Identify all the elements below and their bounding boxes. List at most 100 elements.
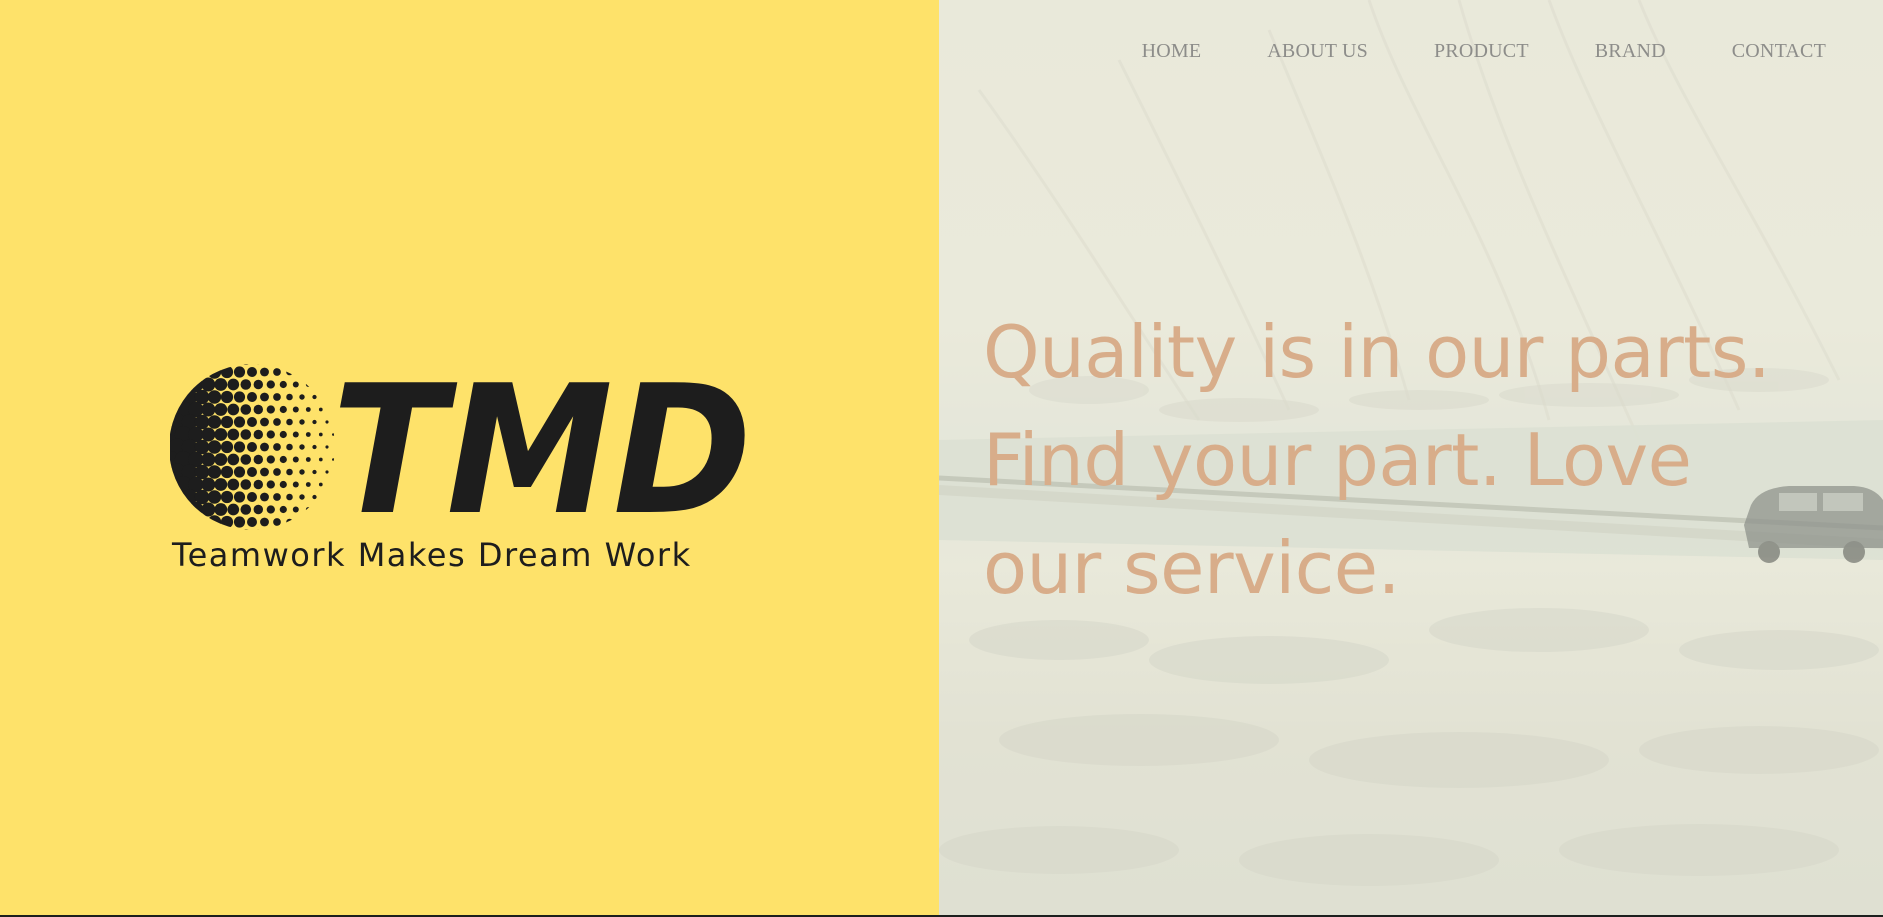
halftone-dot <box>253 479 264 490</box>
halftone-dot <box>207 515 222 529</box>
nav-contact[interactable]: CONTACT <box>1732 40 1826 63</box>
halftone-dot <box>247 467 257 477</box>
halftone-dot <box>312 394 317 400</box>
halftone-dot <box>207 490 222 504</box>
halftone-dot <box>233 366 246 378</box>
brand-panel: TMD Teamwork Makes Dream Work <box>0 0 939 915</box>
halftone-dot <box>260 492 269 502</box>
halftone-dot <box>214 403 228 416</box>
halftone-dot <box>233 441 246 453</box>
halftone-dot <box>220 465 234 479</box>
halftone-dot <box>318 457 323 462</box>
halftone-dot <box>201 377 216 392</box>
halftone-dot <box>325 445 329 449</box>
halftone-dot <box>318 432 323 437</box>
halftone-circle-icon <box>170 364 335 530</box>
page: TMD Teamwork Makes Dream Work HOME ABOUT… <box>0 0 1883 917</box>
halftone-dot <box>220 440 234 454</box>
halftone-dot <box>292 431 299 438</box>
halftone-dot <box>214 478 228 491</box>
halftone-dot <box>247 442 257 452</box>
halftone-dot <box>260 442 269 452</box>
nav-home[interactable]: HOME <box>1142 40 1202 63</box>
halftone-dot <box>266 455 275 464</box>
halftone-dot <box>292 381 299 388</box>
halftone-dot <box>266 430 275 439</box>
halftone-dot <box>253 529 264 530</box>
halftone-dot <box>312 419 317 425</box>
halftone-dot <box>247 517 257 527</box>
nav-product[interactable]: PRODUCT <box>1434 40 1529 63</box>
halftone-dot <box>220 490 234 504</box>
halftone-dot <box>286 443 293 451</box>
halftone-dot <box>286 393 293 401</box>
halftone-dot <box>305 407 311 412</box>
halftone-dot <box>279 380 287 389</box>
halftone-dot <box>214 378 228 391</box>
halftone-dot <box>260 392 269 402</box>
tmd-logo[interactable]: TMD Teamwork Makes Dream Work <box>170 360 760 575</box>
halftone-dot <box>201 452 216 467</box>
halftone-dot <box>214 503 228 516</box>
halftone-dot <box>279 430 287 439</box>
halftone-dot <box>207 390 222 404</box>
halftone-dot <box>240 529 252 530</box>
halftone-dot <box>220 415 234 429</box>
halftone-dot <box>233 416 246 428</box>
halftone-dot <box>325 420 329 424</box>
halftone-dot <box>240 479 252 490</box>
halftone-dot <box>220 365 234 379</box>
halftone-dot <box>247 367 257 377</box>
logo-mark: TMD <box>170 360 752 535</box>
halftone-dot <box>233 516 246 528</box>
halftone-dot <box>279 505 287 514</box>
halftone-dot <box>312 494 317 500</box>
hero-headline: Quality is in our parts. Find your part.… <box>983 310 1771 610</box>
halftone-dot <box>253 504 264 515</box>
halftone-dot <box>312 469 317 475</box>
halftone-dot <box>253 454 264 465</box>
halftone-dot <box>240 404 252 415</box>
halftone-dot <box>312 444 317 450</box>
halftone-dot <box>279 455 287 464</box>
halftone-dot <box>260 417 269 427</box>
halftone-dot <box>286 468 293 476</box>
halftone-dot <box>201 427 216 442</box>
halftone-dot <box>233 466 246 478</box>
halftone-dot <box>240 379 252 390</box>
nav-brand[interactable]: BRAND <box>1595 40 1666 63</box>
halftone-dot <box>266 480 275 489</box>
halftone-dot <box>214 428 228 441</box>
halftone-dot <box>188 501 204 518</box>
halftone-dot <box>286 418 293 426</box>
halftone-dot <box>266 405 275 414</box>
halftone-dot <box>240 454 252 465</box>
halftone-dot <box>318 482 323 487</box>
halftone-dot <box>299 394 305 400</box>
halftone-dot <box>201 477 216 492</box>
halftone-dot <box>207 465 222 479</box>
halftone-dot <box>325 470 329 474</box>
halftone-dot <box>299 469 305 475</box>
halftone-dot <box>279 480 287 489</box>
halftone-dot <box>253 404 264 415</box>
halftone-dot <box>318 407 323 412</box>
halftone-dot <box>207 365 222 379</box>
halftone-dot <box>227 378 240 391</box>
halftone-dot <box>220 515 234 529</box>
halftone-dot <box>273 468 281 476</box>
halftone-dot <box>273 518 281 526</box>
halftone-dot <box>260 367 269 377</box>
halftone-dot <box>227 478 240 491</box>
halftone-dot <box>273 443 281 451</box>
halftone-dot <box>247 417 257 427</box>
halftone-dot <box>207 415 222 429</box>
halftone-dot <box>305 382 311 387</box>
halftone-dot <box>292 406 299 413</box>
halftone-dot <box>273 368 281 376</box>
halftone-dot <box>273 418 281 426</box>
halftone-dot <box>233 491 246 503</box>
halftone-dot <box>227 453 240 466</box>
nav-about-us[interactable]: ABOUT US <box>1267 40 1368 63</box>
logo-tagline: Teamwork Makes Dream Work <box>172 536 692 574</box>
